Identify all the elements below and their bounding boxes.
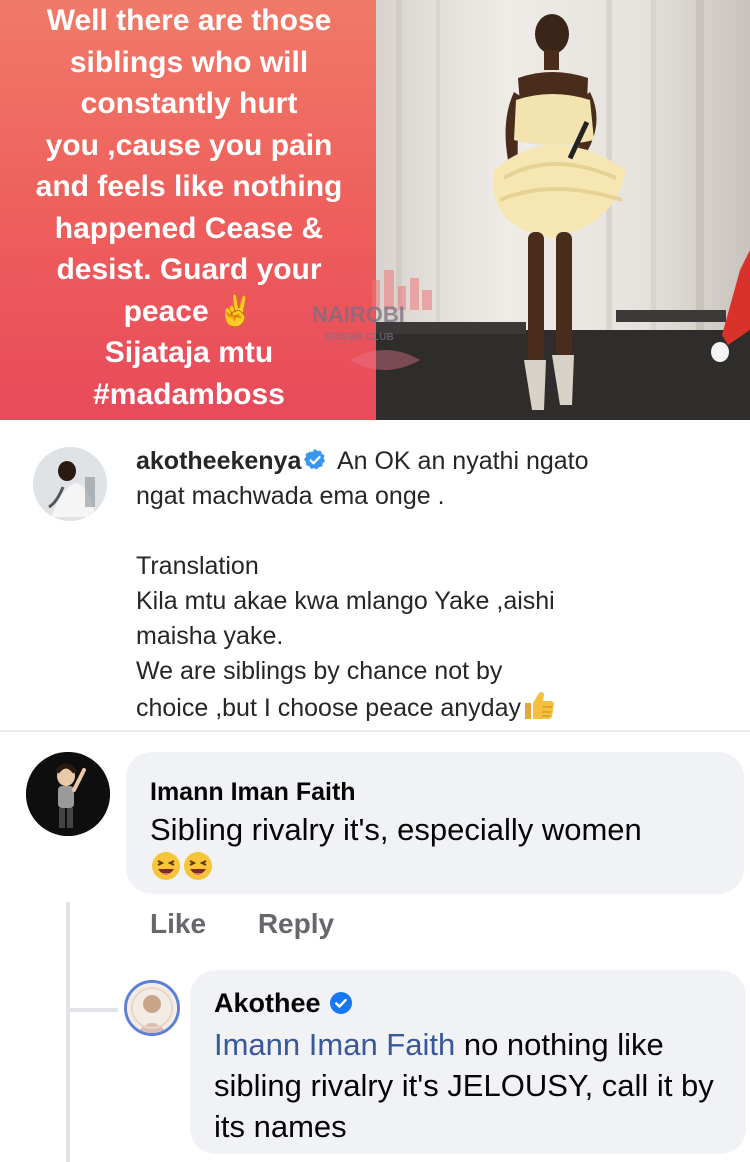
comment-text: An OK an nyathi ngato [336,447,589,475]
comment-bubble: Imann Iman Faith Sibling rivalry it's, e… [126,752,744,894]
mention-link[interactable]: Imann Iman Faith [214,1027,455,1062]
quote-line: constantly hurt [80,87,298,120]
comment-actions: Like Reply [150,908,334,940]
like-button[interactable]: Like [150,908,206,940]
watermark-text: NAIROBI [312,302,405,327]
translation-line: Kila mtu akae kwa mlango Yake ,aishi [136,587,555,615]
avatar[interactable] [33,447,107,521]
thread-connector [66,902,70,1162]
instagram-comment: akotheekenya An OK an nyathi ngato ngat … [0,420,750,730]
watermark-subtext: GOSSIP CLUB [325,332,394,343]
comment-text: Sibling rivalry it's, especially women [150,812,642,847]
username[interactable]: akotheekenya [136,447,301,475]
reply-author-row: Akothee [214,988,357,1019]
quote-line: and feels like nothing [35,170,343,203]
reply-bubble: Akothee Imann Iman Faith no nothing like… [190,970,746,1154]
reply-button[interactable]: Reply [258,908,334,940]
thread-connector-branch [66,1008,118,1012]
laughing-face-icon [152,852,180,880]
translation-line: We are siblings by chance not by [136,657,503,685]
comment-author[interactable]: Imann Iman Faith [150,778,356,807]
facebook-comment-thread: Imann Iman Faith Sibling rivalry it's, e… [0,732,750,1162]
translation-line: maisha yake. [136,622,284,650]
laughing-face-icon [184,852,212,880]
avatar[interactable] [26,752,110,836]
bitmoji-avatar-icon [26,752,110,836]
profile-photo-icon [127,983,177,1033]
thumbs-up-icon [525,691,554,719]
quote-line: siblings who will [69,45,309,79]
avatar[interactable] [124,980,180,1036]
profile-photo-icon [33,447,107,521]
comment-emoji-row [150,850,730,892]
story-banner: Well there are those siblings who will c… [0,0,750,420]
quote-line: happened Cease & [54,211,324,245]
comment-text-block: Sibling rivalry it's, especially women [150,810,730,892]
quote-line: you ,cause you pain [45,128,333,162]
comment-body: akotheekenya An OK an nyathi ngato ngat … [136,444,736,726]
verified-badge-icon [329,992,352,1014]
verified-badge-icon [304,449,326,470]
translation-label: Translation [136,552,259,580]
reply-text: Imann Iman Faith no nothing like sibling… [214,1024,734,1147]
comment-text-line: ngat machwada ema onge . [136,482,445,510]
quote-line: Well there are those [46,4,332,37]
reply-author[interactable]: Akothee [214,988,321,1018]
translation-line: choice ,but I choose peace anyday [136,694,521,722]
translation-line-last: choice ,but I choose peace anyday [136,689,736,726]
comment-first-line: akotheekenya An OK an nyathi ngato [136,444,736,479]
